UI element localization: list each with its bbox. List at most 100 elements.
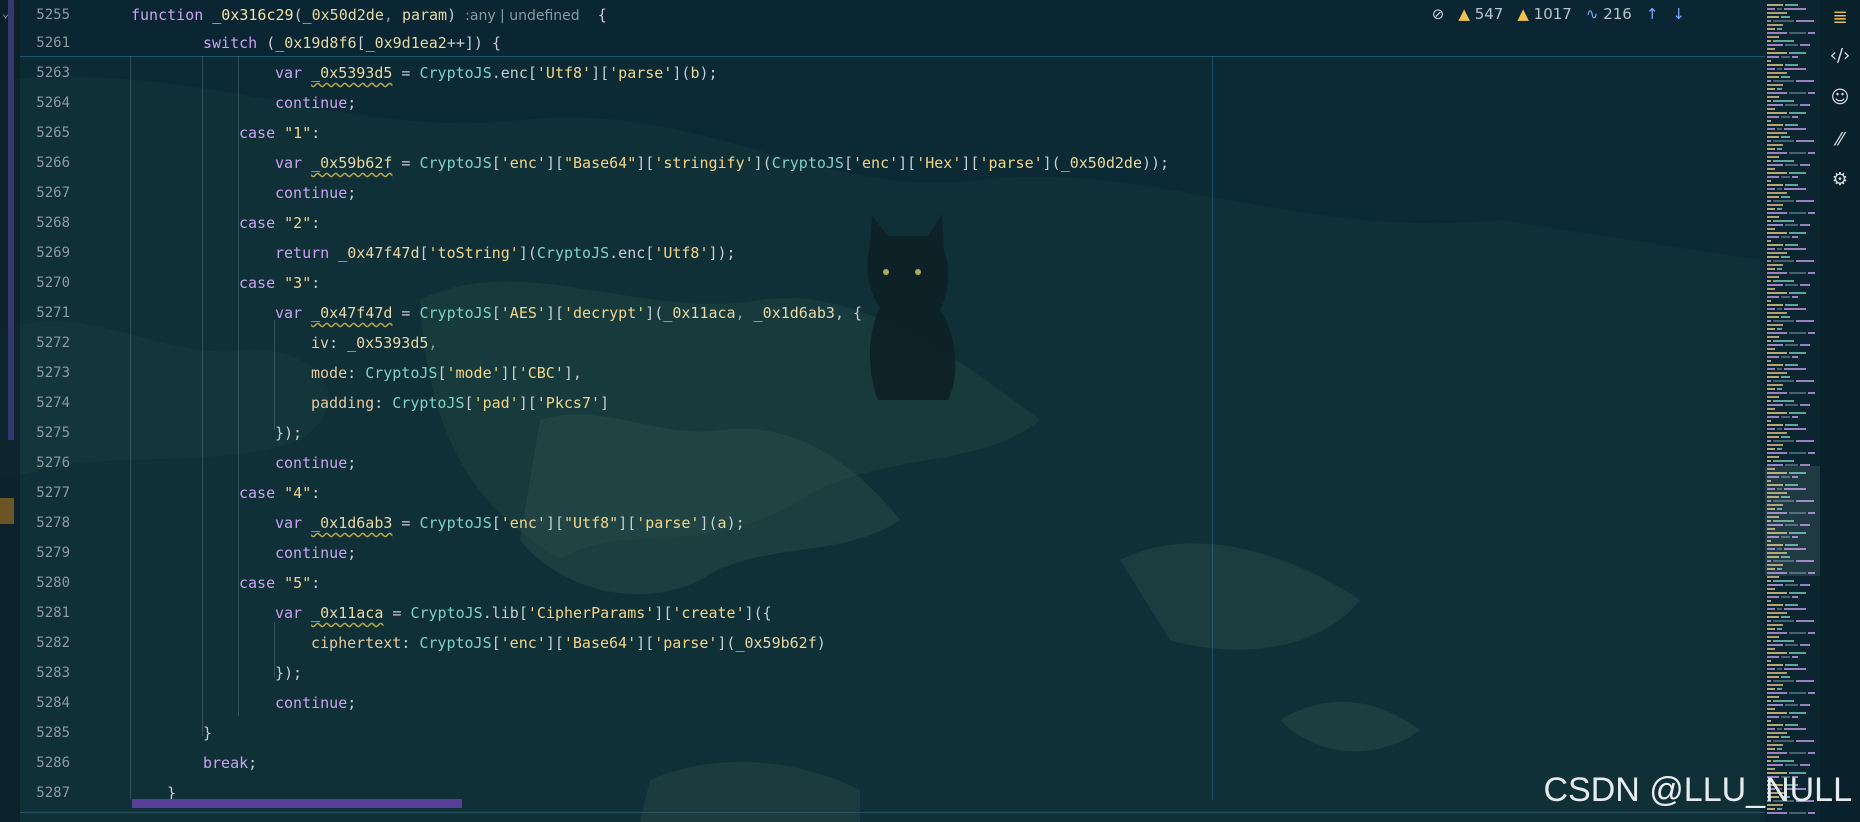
minimap-line	[1767, 88, 1775, 90]
weak-warning-icon: ∿	[1585, 5, 1599, 23]
code-line[interactable]: 5269 return _0x47f47d['toString'](CryptoJ…	[20, 238, 1765, 268]
horizontal-scrollbar-thumb[interactable]	[132, 799, 462, 808]
minimap-line	[1767, 624, 1783, 626]
code-line[interactable]: 5286 break;	[20, 748, 1765, 778]
code-token: var	[275, 604, 312, 622]
minimap-line	[1767, 32, 1787, 34]
code-token: CryptoJS	[771, 154, 844, 172]
minimap-line	[1789, 272, 1806, 274]
minimap-line	[1792, 296, 1798, 298]
code-line[interactable]: 5284 continue;	[20, 688, 1765, 718]
code-line[interactable]: 5271 var _0x47f47d = CryptoJS['AES']['dec…	[20, 298, 1765, 328]
code-line[interactable]: 5277 case "4":	[20, 478, 1765, 508]
code-token: a	[717, 514, 727, 532]
code-text: continue;	[275, 178, 356, 208]
weak-warning-group[interactable]: ∿ 216	[1586, 5, 1632, 23]
code-line[interactable]: 5263 var _0x5393d5 = CryptoJS.enc['Utf8']…	[20, 58, 1765, 88]
code-line[interactable]: 5264 continue;	[20, 88, 1765, 118]
code-token: ][	[545, 154, 564, 172]
code-line[interactable]: 5282 ciphertext: CryptoJS['enc']['Base64'…	[20, 628, 1765, 658]
minimap-line	[1773, 440, 1794, 442]
minimap-line	[1792, 716, 1798, 718]
code-token: "Base64"	[564, 154, 637, 172]
minimap-line	[1785, 64, 1798, 66]
code-text: case "3":	[239, 268, 320, 298]
code-token: CryptoJS	[419, 634, 492, 652]
code-text: break;	[203, 748, 257, 778]
code-line[interactable]: 5276 continue;	[20, 448, 1765, 478]
minimap-line	[1789, 632, 1806, 634]
code-line[interactable]: 5267 continue;	[20, 178, 1765, 208]
code-line[interactable]: 5261 switch (_0x19d8f6[_0x9d1ea2++]) {	[20, 28, 1765, 58]
minimap-line	[1767, 152, 1787, 154]
line-number: 5284	[36, 695, 70, 711]
code-line[interactable]: 5281 var _0x11aca = CryptoJS.lib['CipherP…	[20, 598, 1765, 628]
code-line[interactable]: 5278 var _0x1d6ab3 = CryptoJS['enc']["Utf…	[20, 508, 1765, 538]
bot-icon[interactable]: ⚙	[1828, 168, 1852, 192]
minimap-line	[1781, 356, 1790, 358]
warning-group-1[interactable]: ▲ 547	[1458, 5, 1503, 23]
line-number: 5272	[36, 335, 70, 351]
minimap-line	[1773, 340, 1794, 342]
minimap-line	[1767, 160, 1771, 162]
indent-guide	[130, 56, 131, 800]
minimap-line	[1785, 224, 1798, 226]
minimap-line	[1789, 812, 1806, 814]
code-line[interactable]: 5275});	[20, 418, 1765, 448]
minimap-line	[1781, 56, 1790, 58]
minimap-line	[1784, 128, 1806, 130]
minimap-line	[1767, 236, 1779, 238]
code-line[interactable]: 5273 mode: CryptoJS['mode']['CBC'],	[20, 358, 1765, 388]
code-line[interactable]: 5279 continue;	[20, 538, 1765, 568]
line-number: 5285	[36, 725, 70, 741]
minimap-line	[1767, 452, 1787, 454]
minimap-line	[1767, 364, 1783, 366]
minimap-line	[1785, 664, 1798, 666]
code-token: ](	[672, 64, 691, 82]
minimap-line	[1785, 644, 1798, 646]
minimap-line	[1767, 284, 1783, 286]
code-line[interactable]: 5283});	[20, 658, 1765, 688]
eye-off-icon[interactable]: ⊘	[1432, 5, 1445, 23]
minimap-line	[1767, 204, 1783, 206]
code-line[interactable]: 5266 var _0x59b62f = CryptoJS['enc']["Bas…	[20, 148, 1765, 178]
previous-highlight-arrow-icon[interactable]: ↑	[1646, 5, 1659, 23]
copilot-icon[interactable]: ☺	[1828, 86, 1852, 110]
minimap-line	[1767, 260, 1771, 262]
minimap-line	[1767, 420, 1771, 422]
chevron-down-icon[interactable]: ⌄	[2, 6, 16, 20]
minimap-line	[1767, 220, 1771, 222]
next-highlight-arrow-icon[interactable]: ↓	[1672, 5, 1685, 23]
minimap-line	[1767, 688, 1775, 690]
minimap-line	[1781, 436, 1790, 438]
code-icon[interactable]: ‹/›	[1828, 44, 1852, 68]
minimap-line	[1773, 620, 1794, 622]
minimap-line	[1767, 108, 1775, 110]
code-text: var _0x47f47d = CryptoJS['AES']['decrypt…	[275, 298, 862, 328]
minimap-line	[1767, 668, 1775, 670]
code-token: 'enc'	[500, 634, 546, 652]
code-text: case "1":	[239, 118, 320, 148]
warning-group-2[interactable]: ▲ 1017	[1517, 5, 1572, 23]
code-line[interactable]: 5285}	[20, 718, 1765, 748]
code-line[interactable]: 5268 case "2":	[20, 208, 1765, 238]
code-line[interactable]: 5270 case "3":	[20, 268, 1765, 298]
minimap-line	[1773, 740, 1794, 742]
code-token: switch	[203, 34, 267, 52]
code-line[interactable]: 5280 case "5":	[20, 568, 1765, 598]
code-token: (	[266, 34, 276, 52]
code-editor[interactable]: 5255 function _0x316c29(_0x50d2de, param)…	[20, 0, 1765, 822]
code-token: 'enc'	[500, 154, 546, 172]
ai-assistant-icon[interactable]: ⁄⁄	[1828, 128, 1852, 152]
code-line[interactable]: 5274 padding: CryptoJS['pad']['Pkcs7']	[20, 388, 1765, 418]
code-line[interactable]: 5272 iv: _0x5393d5,	[20, 328, 1765, 358]
code-line[interactable]: 5265 case "1":	[20, 118, 1765, 148]
minimap-viewport[interactable]	[1765, 466, 1820, 576]
database-icon[interactable]: ≣	[1828, 6, 1852, 30]
minimap[interactable]	[1765, 0, 1820, 822]
code-token: 'toString'	[428, 244, 519, 262]
minimap-line	[1777, 28, 1782, 30]
minimap-line	[1767, 168, 1775, 170]
inspection-widget[interactable]: ⊘ ▲ 547 ▲ 1017 ∿ 216 ↑ ↓	[1432, 0, 1685, 28]
code-token: break	[203, 754, 249, 772]
